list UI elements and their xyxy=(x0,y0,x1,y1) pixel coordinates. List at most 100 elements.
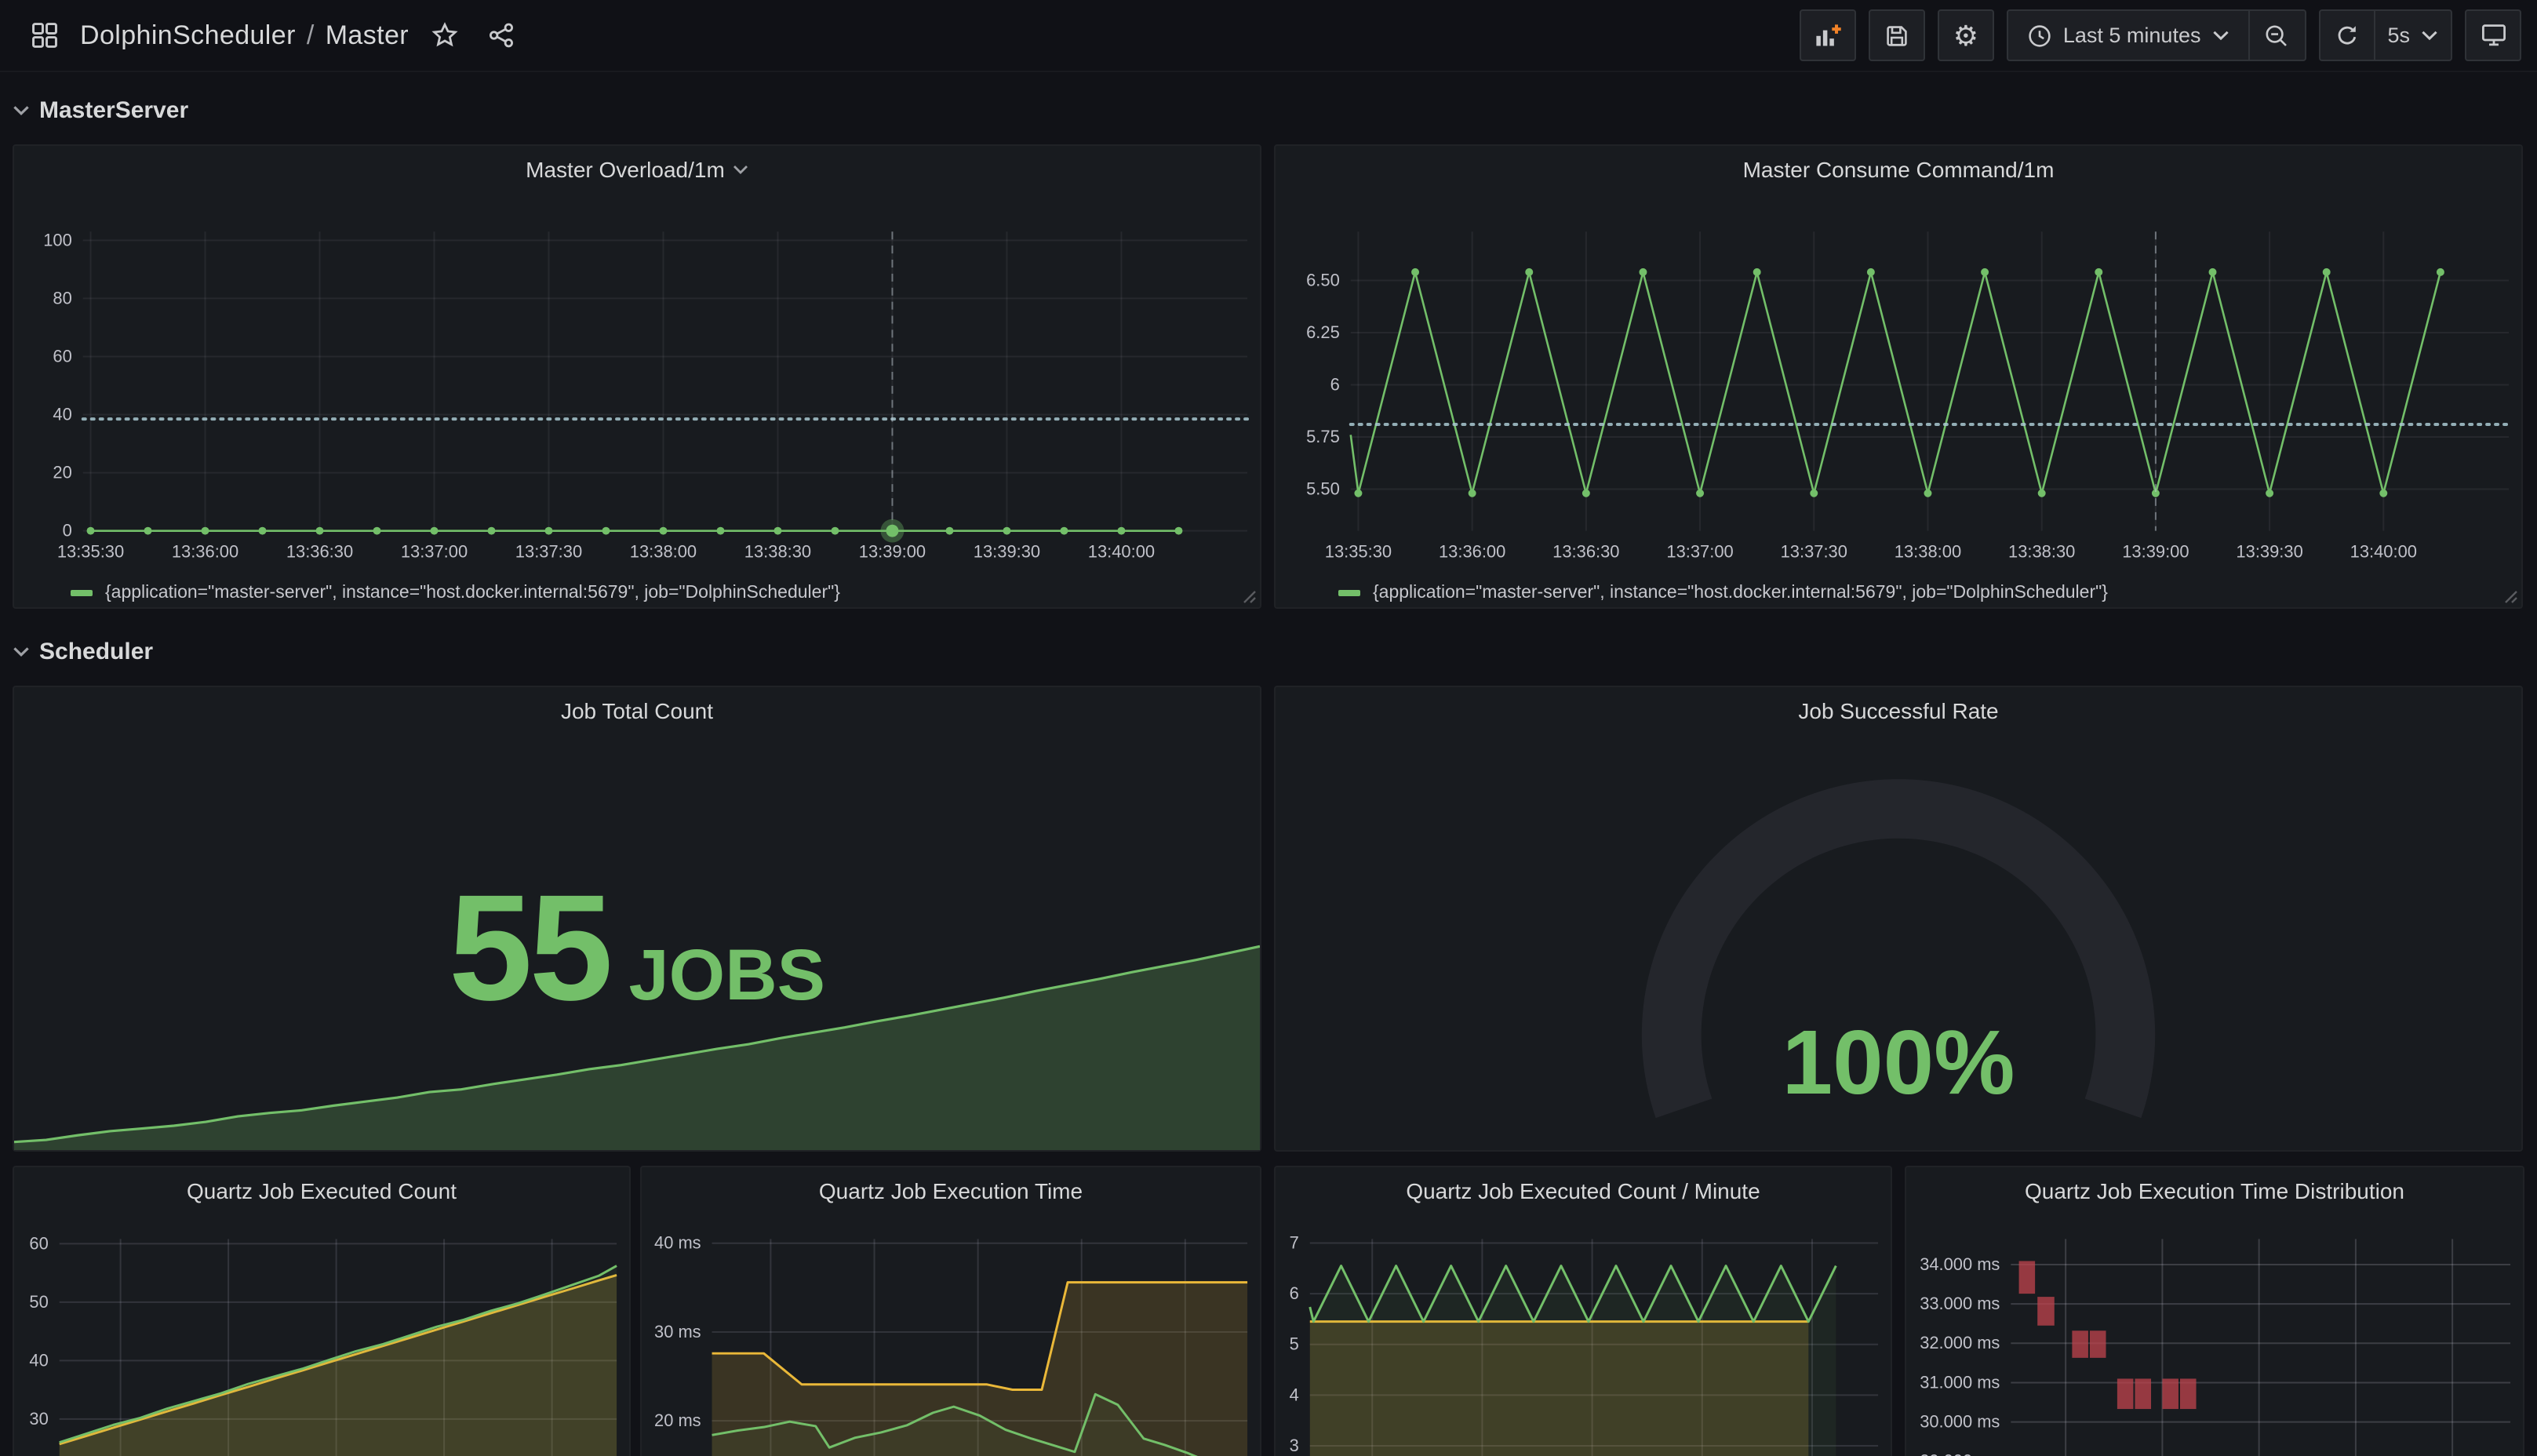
legend-item[interactable]: {application="master-server", instance="… xyxy=(1338,584,2108,602)
svg-text:29.000 ms: 29.000 ms xyxy=(1920,1451,2000,1456)
svg-text:13:37:30: 13:37:30 xyxy=(1781,541,1847,561)
legend-swatch xyxy=(71,590,93,596)
svg-text:30: 30 xyxy=(29,1409,48,1429)
svg-text:4: 4 xyxy=(1290,1385,1299,1404)
zoom-out-button[interactable] xyxy=(2249,9,2306,61)
svg-text:34.000 ms: 34.000 ms xyxy=(1920,1254,2000,1274)
svg-text:13:37:00: 13:37:00 xyxy=(401,541,468,561)
svg-text:6.50: 6.50 xyxy=(1306,270,1340,289)
svg-text:30.000 ms: 30.000 ms xyxy=(1920,1412,2000,1432)
svg-text:40 ms: 40 ms xyxy=(654,1233,701,1253)
legend-item[interactable]: {application="master-server", instance="… xyxy=(71,584,840,602)
panel-title-master-consume-command[interactable]: Master Consume Command/1m xyxy=(1276,146,2521,193)
time-range-label: Last 5 minutes xyxy=(2063,24,2201,47)
svg-text:7: 7 xyxy=(1290,1233,1299,1253)
legend-swatch xyxy=(1338,590,1360,596)
panel-master-overload: Master Overload/1m 10080604020013:35:301… xyxy=(13,144,1261,609)
legend-label: {application="master-server", instance="… xyxy=(105,584,840,602)
svg-text:13:35:30: 13:35:30 xyxy=(57,541,124,561)
svg-text:13:38:00: 13:38:00 xyxy=(1895,541,1961,561)
app-title[interactable]: DolphinScheduler xyxy=(80,20,296,51)
svg-text:5.75: 5.75 xyxy=(1306,427,1340,446)
refresh-button[interactable] xyxy=(2318,9,2375,61)
refresh-interval-picker[interactable]: 5s xyxy=(2375,9,2452,61)
svg-text:3: 3 xyxy=(1290,1436,1299,1455)
section-masterserver[interactable]: MasterServer xyxy=(13,91,188,129)
plus-icon xyxy=(1832,24,1840,32)
gauge-value: 100% xyxy=(1276,1010,2521,1116)
refresh-interval-label: 5s xyxy=(2387,24,2410,47)
chevron-down-icon xyxy=(13,646,30,657)
svg-text:13:35:30: 13:35:30 xyxy=(1325,541,1392,561)
svg-text:20: 20 xyxy=(53,463,71,482)
stat-suffix: JOBS xyxy=(629,934,826,1015)
svg-text:13:38:30: 13:38:30 xyxy=(2008,541,2075,561)
stat-value: 55JOBS xyxy=(14,863,1260,1036)
kiosk-mode-button[interactable] xyxy=(2465,9,2521,61)
svg-text:13:40:00: 13:40:00 xyxy=(2350,541,2417,561)
section-scheduler[interactable]: Scheduler xyxy=(13,632,153,670)
svg-text:13:39:30: 13:39:30 xyxy=(2236,541,2302,561)
svg-text:13:37:00: 13:37:00 xyxy=(1666,541,1733,561)
top-bar: DolphinScheduler / Master xyxy=(0,0,2537,72)
svg-text:100: 100 xyxy=(43,230,72,249)
dashboard-title[interactable]: Master xyxy=(326,20,409,51)
svg-text:32.000 ms: 32.000 ms xyxy=(1920,1333,2000,1352)
section-title: MasterServer xyxy=(39,96,188,123)
panel-menu-chevron-icon xyxy=(733,165,748,174)
svg-text:40: 40 xyxy=(29,1350,48,1370)
panel-title-job-total-count[interactable]: Job Total Count xyxy=(14,687,1260,734)
time-controls: Last 5 minutes xyxy=(2007,9,2306,61)
svg-text:5: 5 xyxy=(1290,1334,1299,1354)
panel-title-master-overload[interactable]: Master Overload/1m xyxy=(14,146,1260,193)
share-icon[interactable] xyxy=(481,15,522,56)
panel-title-quartz-job-execution-time[interactable]: Quartz Job Execution Time xyxy=(642,1167,1260,1214)
svg-text:80: 80 xyxy=(53,288,71,308)
svg-text:13:36:30: 13:36:30 xyxy=(1552,541,1619,561)
stat-number: 55 xyxy=(449,864,610,1032)
svg-text:13:38:30: 13:38:30 xyxy=(744,541,811,561)
breadcrumb-separator: / xyxy=(307,20,315,51)
time-range-picker[interactable]: Last 5 minutes xyxy=(2007,9,2250,61)
panel-title-job-successful-rate[interactable]: Job Successful Rate xyxy=(1276,687,2521,734)
monitor-icon xyxy=(2480,22,2506,49)
breadcrumb[interactable]: DolphinScheduler / Master xyxy=(80,20,409,51)
svg-text:13:36:30: 13:36:30 xyxy=(286,541,353,561)
dashboards-grid-icon[interactable] xyxy=(24,15,64,56)
svg-text:13:36:00: 13:36:00 xyxy=(1439,541,1505,561)
svg-text:13:40:00: 13:40:00 xyxy=(1088,541,1155,561)
master-consume-command-chart[interactable]: 6.506.2565.755.5013:35:3013:36:0013:36:3… xyxy=(1276,146,2521,607)
panel-title-quartz-job-executed-count-per-minute[interactable]: Quartz Job Executed Count / Minute xyxy=(1276,1167,1891,1214)
panel-master-consume-command: Master Consume Command/1m 6.506.2565.755… xyxy=(1274,144,2523,609)
svg-text:6: 6 xyxy=(1290,1283,1299,1303)
panel-quartz-job-execution-time-distribution: Quartz Job Execution Time Distribution 3… xyxy=(1905,1166,2524,1456)
save-dashboard-button[interactable] xyxy=(1869,9,1925,61)
dashboard-settings-button[interactable]: ⚙ xyxy=(1938,9,1994,61)
master-overload-chart[interactable]: 10080604020013:35:3013:36:0013:36:3013:3… xyxy=(14,146,1260,607)
panel-quartz-job-executed-count: Quartz Job Executed Count 6050403020 xyxy=(13,1166,631,1456)
panel-title-quartz-job-execution-time-distribution[interactable]: Quartz Job Execution Time Distribution xyxy=(1906,1167,2523,1214)
chevron-down-icon xyxy=(13,105,30,116)
add-panel-button[interactable] xyxy=(1800,9,1856,61)
clock-icon xyxy=(2027,23,2052,48)
section-title: Scheduler xyxy=(39,638,153,664)
svg-text:60: 60 xyxy=(53,346,71,366)
panel-job-total-count: Job Total Count 55JOBS xyxy=(13,686,1261,1152)
svg-text:30 ms: 30 ms xyxy=(654,1322,701,1341)
panel-job-successful-rate: Job Successful Rate 100% xyxy=(1274,686,2523,1152)
magnifier-minus-icon xyxy=(2264,23,2289,48)
svg-text:40: 40 xyxy=(53,405,71,424)
panel-quartz-job-executed-count-per-minute: Quartz Job Executed Count / Minute 7 6 5 4 3 xyxy=(1274,1166,1892,1456)
panel-resize-handle[interactable] xyxy=(2504,590,2518,604)
refresh-icon xyxy=(2334,23,2359,48)
chevron-down-icon xyxy=(2421,30,2438,41)
legend-label: {application="master-server", instance="… xyxy=(1373,584,2108,602)
chevron-down-icon xyxy=(2211,30,2229,41)
svg-text:20 ms: 20 ms xyxy=(654,1410,701,1430)
gear-icon: ⚙ xyxy=(1953,21,1978,49)
star-icon[interactable] xyxy=(424,15,465,56)
panel-quartz-job-execution-time: Quartz Job Execution Time 40 ms 30 ms 20 m… xyxy=(640,1166,1261,1456)
panel-resize-handle[interactable] xyxy=(1243,590,1257,604)
panel-title-quartz-job-executed-count[interactable]: Quartz Job Executed Count xyxy=(14,1167,629,1214)
svg-text:13:36:00: 13:36:00 xyxy=(172,541,238,561)
